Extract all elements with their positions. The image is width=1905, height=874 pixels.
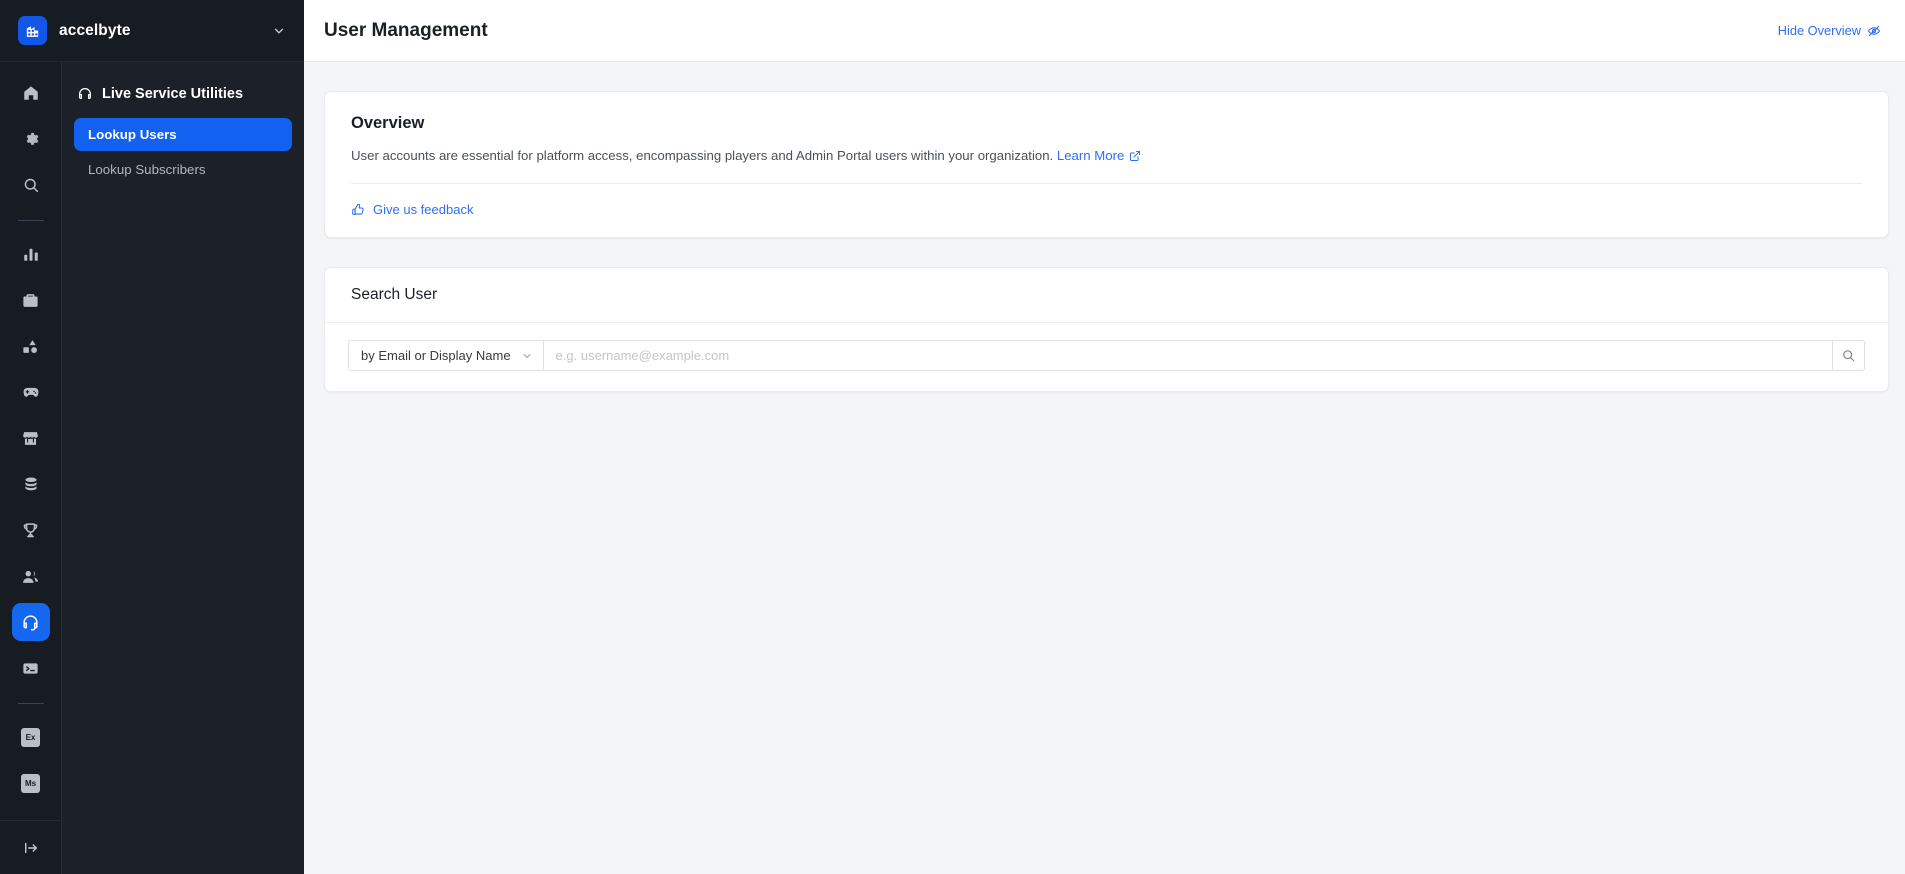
ex-doc-icon: Ex — [21, 727, 40, 747]
page-title: User Management — [324, 19, 488, 41]
sidebar-item-label: Lookup Subscribers — [88, 162, 206, 177]
rail-item-users[interactable] — [12, 557, 50, 595]
sidebar-item-lookup-users[interactable]: Lookup Users — [74, 118, 292, 151]
rail-divider-top — [17, 220, 44, 221]
rail-item-analytics[interactable] — [12, 235, 50, 273]
left-navigation: accelbyte Ex Ms Live Service Utilities L… — [0, 0, 304, 874]
search-user-title: Search User — [351, 286, 438, 304]
nav-lower: Ex Ms Live Service Utilities Lookup User… — [0, 62, 304, 874]
search-user-card: Search User by Email or Display Name — [324, 267, 1889, 393]
overview-body: Overview User accounts are essential for… — [325, 92, 1888, 237]
brand-name: accelbyte — [59, 21, 131, 39]
learn-more-link[interactable]: Learn More — [1057, 148, 1124, 163]
sidebar-item-lookup-subscribers[interactable]: Lookup Subscribers — [74, 153, 292, 186]
rail-item-live-service-utilities[interactable] — [11, 603, 50, 641]
rail-item-game[interactable] — [12, 373, 50, 411]
collapse-panel-icon[interactable] — [0, 820, 61, 874]
rail-item-home[interactable] — [12, 74, 50, 112]
rail-item-content[interactable] — [12, 327, 50, 365]
overview-description-row: User accounts are essential for platform… — [351, 146, 1862, 165]
overview-description: User accounts are essential for platform… — [351, 148, 1054, 163]
brand-bar[interactable]: accelbyte — [0, 0, 304, 62]
external-link-icon[interactable] — [1129, 150, 1141, 162]
content-area: Overview User accounts are essential for… — [304, 62, 1905, 874]
overview-title: Overview — [351, 114, 425, 132]
secondary-nav-header-label: Live Service Utilities — [102, 86, 244, 102]
icon-rail: Ex Ms — [0, 62, 61, 874]
give-feedback-label: Give us feedback — [373, 202, 474, 218]
search-input[interactable] — [543, 340, 1833, 372]
search-type-value: by Email or Display Name — [361, 348, 511, 364]
rail-item-storage[interactable] — [12, 465, 50, 503]
hide-overview-button[interactable]: Hide Overview — [1778, 23, 1881, 38]
search-submit-button[interactable] — [1833, 340, 1865, 372]
top-bar: User Management Hide Overview — [304, 0, 1905, 62]
rail-item-search[interactable] — [12, 166, 50, 204]
rail-item-store[interactable] — [12, 419, 50, 457]
hide-overview-label: Hide Overview — [1777, 23, 1861, 38]
rail-item-extend[interactable]: Ex — [12, 718, 50, 756]
search-type-select[interactable]: by Email or Display Name — [348, 340, 544, 372]
rail-item-settings[interactable] — [12, 120, 50, 158]
app-root: accelbyte Ex Ms Live Service Utilities L… — [0, 0, 1905, 874]
sidebar-item-label: Lookup Users — [88, 127, 177, 142]
secondary-nav: Live Service Utilities Lookup Users Look… — [61, 62, 304, 874]
rail-item-toolkit[interactable] — [12, 281, 50, 319]
headset-icon — [77, 86, 93, 102]
overview-card: Overview User accounts are essential for… — [324, 91, 1889, 239]
eye-off-icon — [1867, 24, 1881, 38]
rail-divider-bottom — [17, 703, 44, 704]
give-feedback-button[interactable]: Give us feedback — [351, 184, 1862, 217]
main-area: User Management Hide Overview Overview U… — [304, 0, 1905, 874]
secondary-nav-header: Live Service Utilities — [74, 80, 292, 108]
rail-item-multiplayer-servers[interactable]: Ms — [12, 764, 50, 802]
rail-item-console[interactable] — [12, 649, 50, 687]
chevron-down-icon[interactable] — [272, 24, 286, 38]
search-controls-row: by Email or Display Name — [325, 323, 1888, 391]
chevron-down-icon — [521, 350, 533, 362]
rail-item-achievements[interactable] — [12, 511, 50, 549]
thumbs-up-icon — [351, 203, 365, 217]
ms-doc-icon: Ms — [21, 773, 40, 793]
building-icon — [18, 16, 47, 45]
